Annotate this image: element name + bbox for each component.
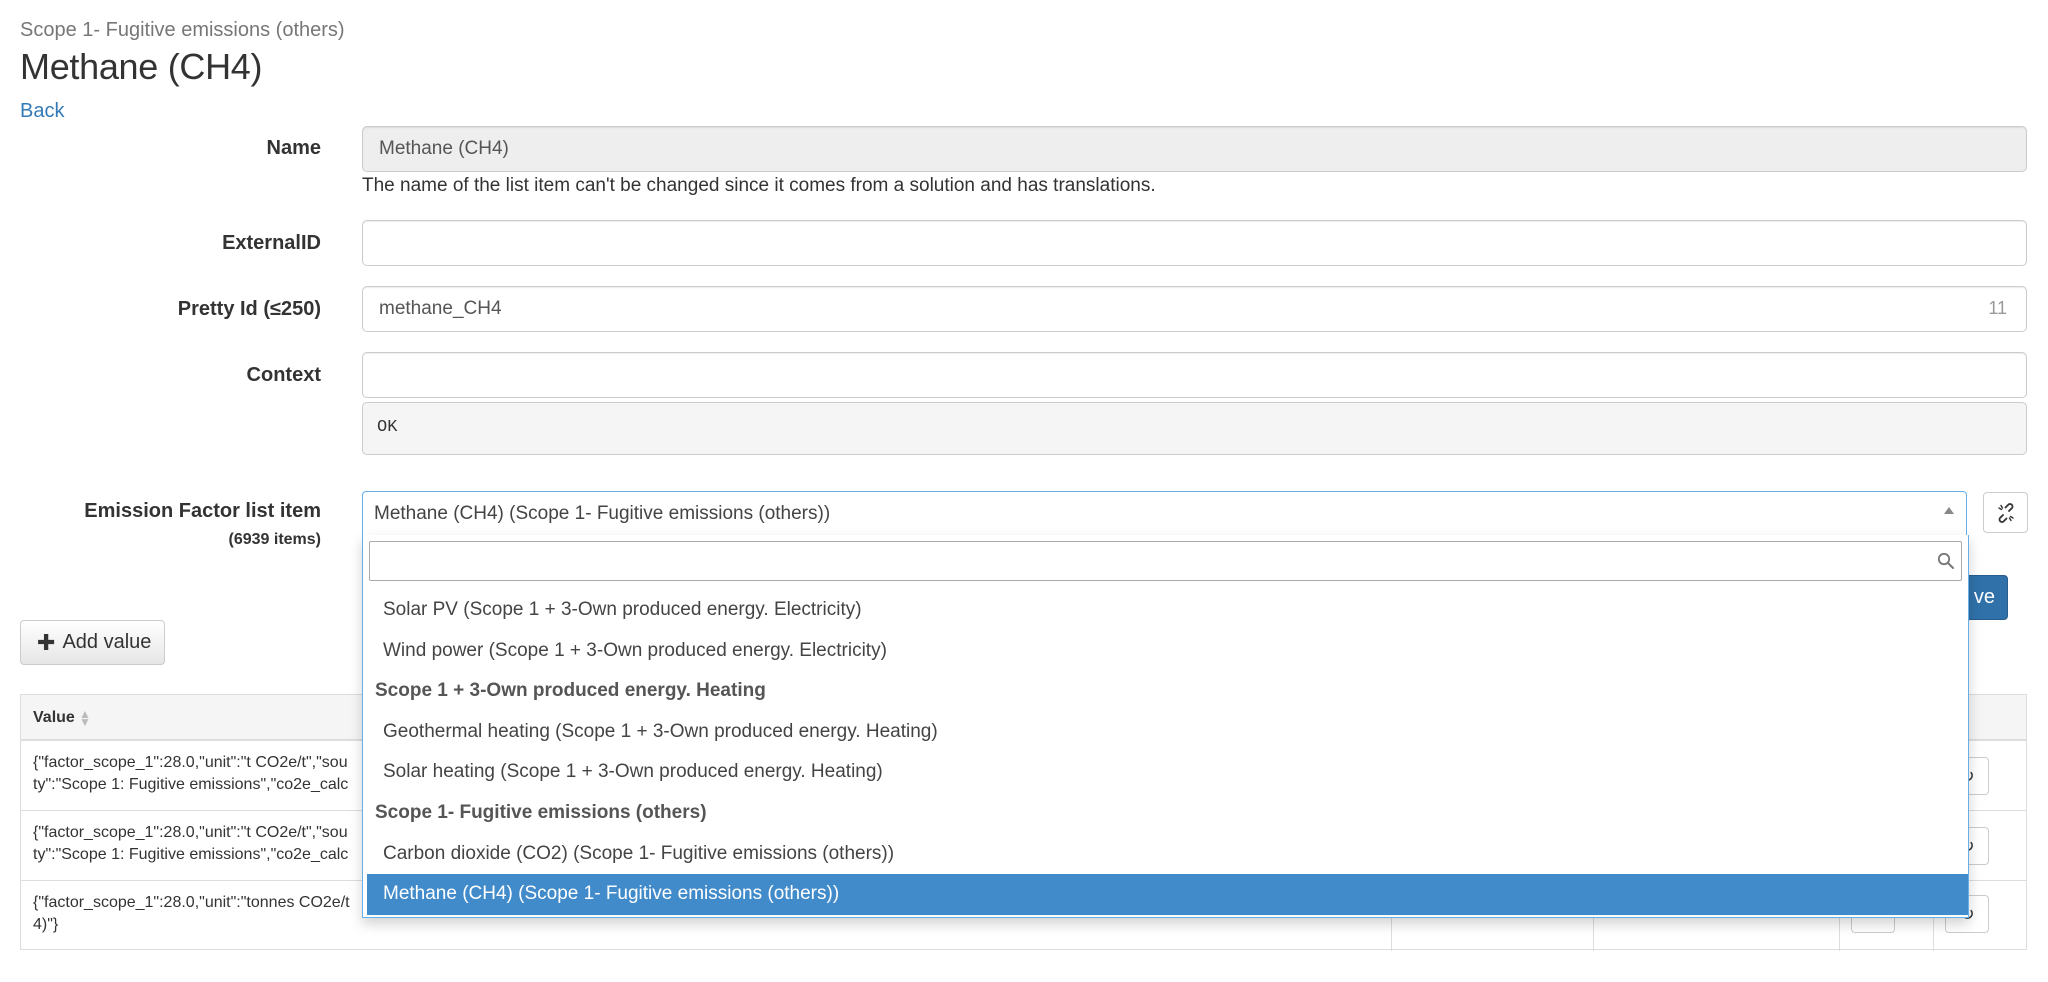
name-label: Name [266,137,321,159]
add-value-label: Add value [62,631,152,653]
unlink-button[interactable] [1983,492,2028,533]
row-value-line2: ty":"Scope 1: Fugitive emissions","co2e_… [33,846,349,863]
emission-factor-count: (6939 items) [228,531,322,548]
name-help-text: The name of the list item can't be chang… [362,175,1156,196]
row-value-line1: {"factor_scope_1":28.0,"unit":"tonnes CO… [33,894,350,911]
context-label: Context [246,364,321,386]
dropdown-option[interactable]: Solar heating (Scope 1 + 3-Own produced … [367,752,1968,793]
row-value-line2: ty":"Scope 1: Fugitive emissions","co2e_… [33,776,349,793]
row-value-line1: {"factor_scope_1":28.0,"unit":"t CO2e/t"… [33,754,348,771]
dropdown-search-input[interactable] [369,541,1962,581]
search-icon [1937,552,1954,569]
unlink-icon [1997,502,2014,523]
select-arrow-up-icon [1944,507,1954,514]
emission-factor-label: Emission Factor list item [84,500,321,522]
dropdown-option[interactable]: Carbon dioxide (CO2) (Scope 1- Fugitive … [367,834,1968,875]
external-id-input[interactable] [362,220,2027,266]
emission-factor-select[interactable]: Methane (CH4) (Scope 1- Fugitive emissio… [362,491,1967,535]
dropdown-option[interactable]: Geothermal heating (Scope 1 + 3-Own prod… [367,712,1968,753]
name-input[interactable] [362,126,2027,172]
row-value-line1: {"factor_scope_1":28.0,"unit":"t CO2e/t"… [33,824,348,841]
pretty-id-char-count: 11 [1988,298,2007,318]
dropdown-option[interactable]: Solar PV (Scope 1 + 3-Own produced energ… [367,590,1968,631]
breadcrumb: Scope 1- Fugitive emissions (others) [20,19,345,41]
sort-icon[interactable]: ▲ ▼ [79,708,91,728]
dropdown-group-header: Scope 1- Fugitive emissions (others) [375,801,707,823]
row-value-line2: 4)"} [33,916,59,933]
column-header-value[interactable]: Value [33,709,75,727]
plus-icon: ✚ [37,629,56,655]
add-value-button[interactable]: ✚ Add value [20,620,165,665]
back-link[interactable]: Back [20,100,64,123]
page-title: Methane (CH4) [20,46,263,87]
pretty-id-input[interactable] [362,286,2027,332]
pretty-id-label: Pretty Id (≤250) [177,298,321,320]
dropdown-option-list: Solar PV (Scope 1 + 3-Own produced energ… [367,590,1968,915]
dropdown-group-header: Scope 1 + 3-Own produced energy. Heating [375,680,766,702]
external-id-label: ExternalID [222,232,321,254]
emission-factor-dropdown: Solar PV (Scope 1 + 3-Own produced energ… [362,535,1969,918]
dropdown-option[interactable]: Wind power (Scope 1 + 3-Own produced ene… [367,631,1968,672]
emission-factor-selected-value: Methane (CH4) (Scope 1- Fugitive emissio… [374,503,831,524]
dropdown-option-selected[interactable]: Methane (CH4) (Scope 1- Fugitive emissio… [367,874,1968,915]
context-output: OK [362,402,2027,455]
context-input[interactable] [362,352,2027,398]
